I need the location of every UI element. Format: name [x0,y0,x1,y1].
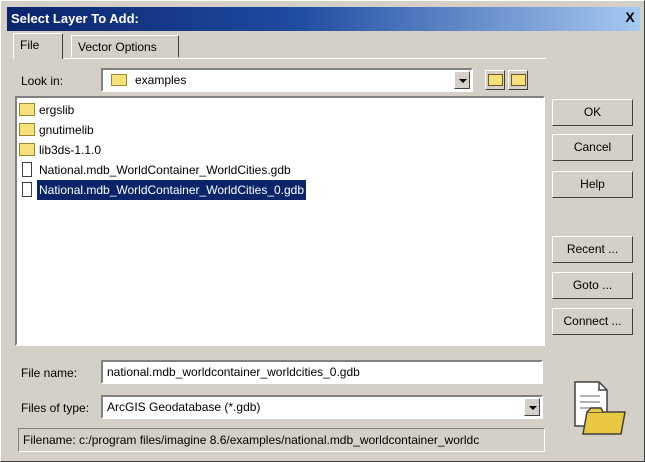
goto-button[interactable]: Goto ... [552,272,633,299]
files-of-type-value: ArcGIS Geodatabase (*.gdb) [107,400,261,414]
cancel-button[interactable]: Cancel [552,134,633,161]
connect-button[interactable]: Connect ... [552,308,633,335]
tab-file[interactable]: File [13,33,63,59]
filename-status-bar: Filename: c:/program files/imagine 8.6/e… [18,428,545,452]
look-in-combo[interactable]: examples [101,68,473,92]
recent-button[interactable]: Recent ... [552,236,633,263]
open-file-icon [569,378,629,438]
folder-icon [19,143,35,156]
select-layer-dialog: Select Layer To Add: X File Vector Optio… [0,0,645,462]
look-in-value: examples [135,73,187,87]
ok-button[interactable]: OK [552,99,633,126]
up-one-level-button[interactable] [485,70,505,90]
up-folder-icon [488,74,503,86]
file-name-label: File name: [21,366,78,380]
file-name-value: national.mdb_worldcontainer_worldcities_… [107,365,360,379]
folder-icon [19,123,35,136]
help-button[interactable]: Help [552,171,633,198]
status-text: Filename: c:/program files/imagine 8.6/e… [23,433,480,447]
title-bar[interactable]: Select Layer To Add: X [7,7,640,31]
look-in-label: Look in: [21,74,64,88]
dialog-title: Select Layer To Add: [11,11,139,26]
new-folder-button[interactable] [508,70,528,90]
folder-icon [111,74,127,86]
tab-vector-options[interactable]: Vector Options [71,35,179,57]
document-icon [22,162,32,177]
files-of-type-select[interactable]: ArcGIS Geodatabase (*.gdb) [101,395,543,419]
folder-icon [19,103,35,116]
file-list[interactable]: ergslib gnutimelib lib3ds-1.1.0 National… [15,96,545,346]
look-in-dropdown-button[interactable] [454,71,470,89]
files-of-type-dropdown-button[interactable] [524,398,540,416]
document-icon [22,182,32,197]
new-folder-icon [511,74,526,86]
file-name-field[interactable]: national.mdb_worldcontainer_worldcities_… [101,360,543,384]
files-of-type-label: Files of type: [21,401,90,415]
close-button[interactable]: X [622,10,638,26]
